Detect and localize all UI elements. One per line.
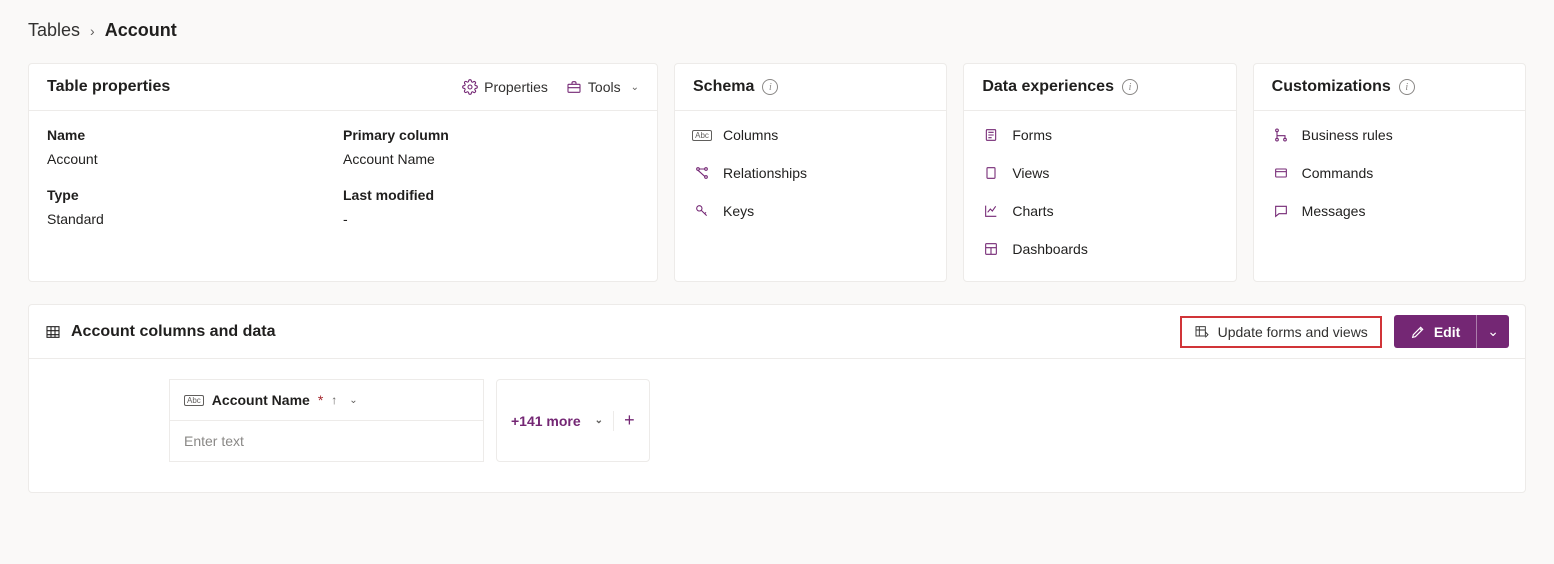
chevron-down-icon: ⌄ xyxy=(349,395,357,406)
schema-relationships-link[interactable]: Relationships xyxy=(693,165,928,181)
data-exp-title: Data experiences xyxy=(982,78,1114,96)
more-columns-button[interactable]: +141 more ⌄ + xyxy=(496,379,650,462)
update-forms-views-button[interactable]: Update forms and views xyxy=(1180,316,1382,348)
messages-link[interactable]: Messages xyxy=(1272,203,1507,219)
chevron-right-icon: › xyxy=(90,23,95,39)
relationships-icon xyxy=(693,165,711,181)
edit-button[interactable]: Edit ⌄ xyxy=(1394,315,1509,348)
breadcrumb-current: Account xyxy=(105,20,177,41)
table-icon xyxy=(45,324,61,340)
breadcrumb: Tables › Account xyxy=(28,20,1526,41)
schema-keys-link[interactable]: Keys xyxy=(693,203,928,219)
toolbox-icon xyxy=(566,79,582,95)
prop-modified-label: Last modified xyxy=(343,187,639,203)
prop-modified-value: - xyxy=(343,211,639,227)
commands-link[interactable]: Commands xyxy=(1272,165,1507,181)
key-icon xyxy=(693,203,711,219)
prop-type-label: Type xyxy=(47,187,343,203)
columns-icon: Abc xyxy=(693,130,711,141)
views-icon xyxy=(982,165,1000,181)
prop-name-label: Name xyxy=(47,127,343,143)
charts-link[interactable]: Charts xyxy=(982,203,1217,219)
chart-icon xyxy=(982,203,1000,219)
chevron-down-icon: ⌄ xyxy=(595,415,603,426)
prop-name-value: Account xyxy=(47,151,343,167)
customizations-card: Customizations i Business rules Commands… xyxy=(1253,63,1526,282)
schema-title: Schema xyxy=(693,78,754,96)
messages-icon xyxy=(1272,203,1290,219)
prop-type-value: Standard xyxy=(47,211,343,227)
schema-card: Schema i Abc Columns Relationships Keys xyxy=(674,63,947,282)
forms-link[interactable]: Forms xyxy=(982,127,1217,143)
info-icon[interactable]: i xyxy=(1399,79,1415,95)
new-row-input[interactable]: Enter text xyxy=(169,421,484,462)
gear-icon xyxy=(462,79,478,95)
column-header-account-name[interactable]: Abc Account Name* ↑ ⌄ xyxy=(169,379,484,421)
views-link[interactable]: Views xyxy=(982,165,1217,181)
tools-button[interactable]: Tools ⌄ xyxy=(566,79,639,95)
text-type-icon: Abc xyxy=(184,395,204,406)
table-properties-title: Table properties xyxy=(47,78,170,96)
schema-columns-link[interactable]: Abc Columns xyxy=(693,127,928,143)
business-rules-link[interactable]: Business rules xyxy=(1272,127,1507,143)
info-icon[interactable]: i xyxy=(762,79,778,95)
chevron-down-icon: ⌄ xyxy=(631,82,639,93)
table-properties-card: Table properties Properties Tools ⌄ Name… xyxy=(28,63,658,282)
pencil-icon xyxy=(1410,324,1426,340)
dashboards-link[interactable]: Dashboards xyxy=(982,241,1217,257)
breadcrumb-root[interactable]: Tables xyxy=(28,20,80,41)
commands-icon xyxy=(1272,165,1290,181)
edit-split-button[interactable]: ⌄ xyxy=(1476,315,1509,348)
prop-primary-value: Account Name xyxy=(343,151,639,167)
form-icon xyxy=(982,127,1000,143)
add-column-button[interactable]: + xyxy=(624,410,635,431)
info-icon[interactable]: i xyxy=(1122,79,1138,95)
sort-asc-icon: ↑ xyxy=(331,393,337,407)
update-icon xyxy=(1194,324,1210,340)
branch-icon xyxy=(1272,127,1290,143)
required-indicator: * xyxy=(318,392,323,408)
data-panel-title: Account columns and data xyxy=(71,323,275,341)
customizations-title: Customizations xyxy=(1272,78,1391,96)
dashboard-icon xyxy=(982,241,1000,257)
prop-primary-label: Primary column xyxy=(343,127,639,143)
chevron-down-icon: ⌄ xyxy=(1487,323,1499,339)
columns-and-data-panel: Account columns and data Update forms an… xyxy=(28,304,1526,493)
data-experiences-card: Data experiences i Forms Views Charts xyxy=(963,63,1236,282)
properties-button[interactable]: Properties xyxy=(462,79,548,95)
